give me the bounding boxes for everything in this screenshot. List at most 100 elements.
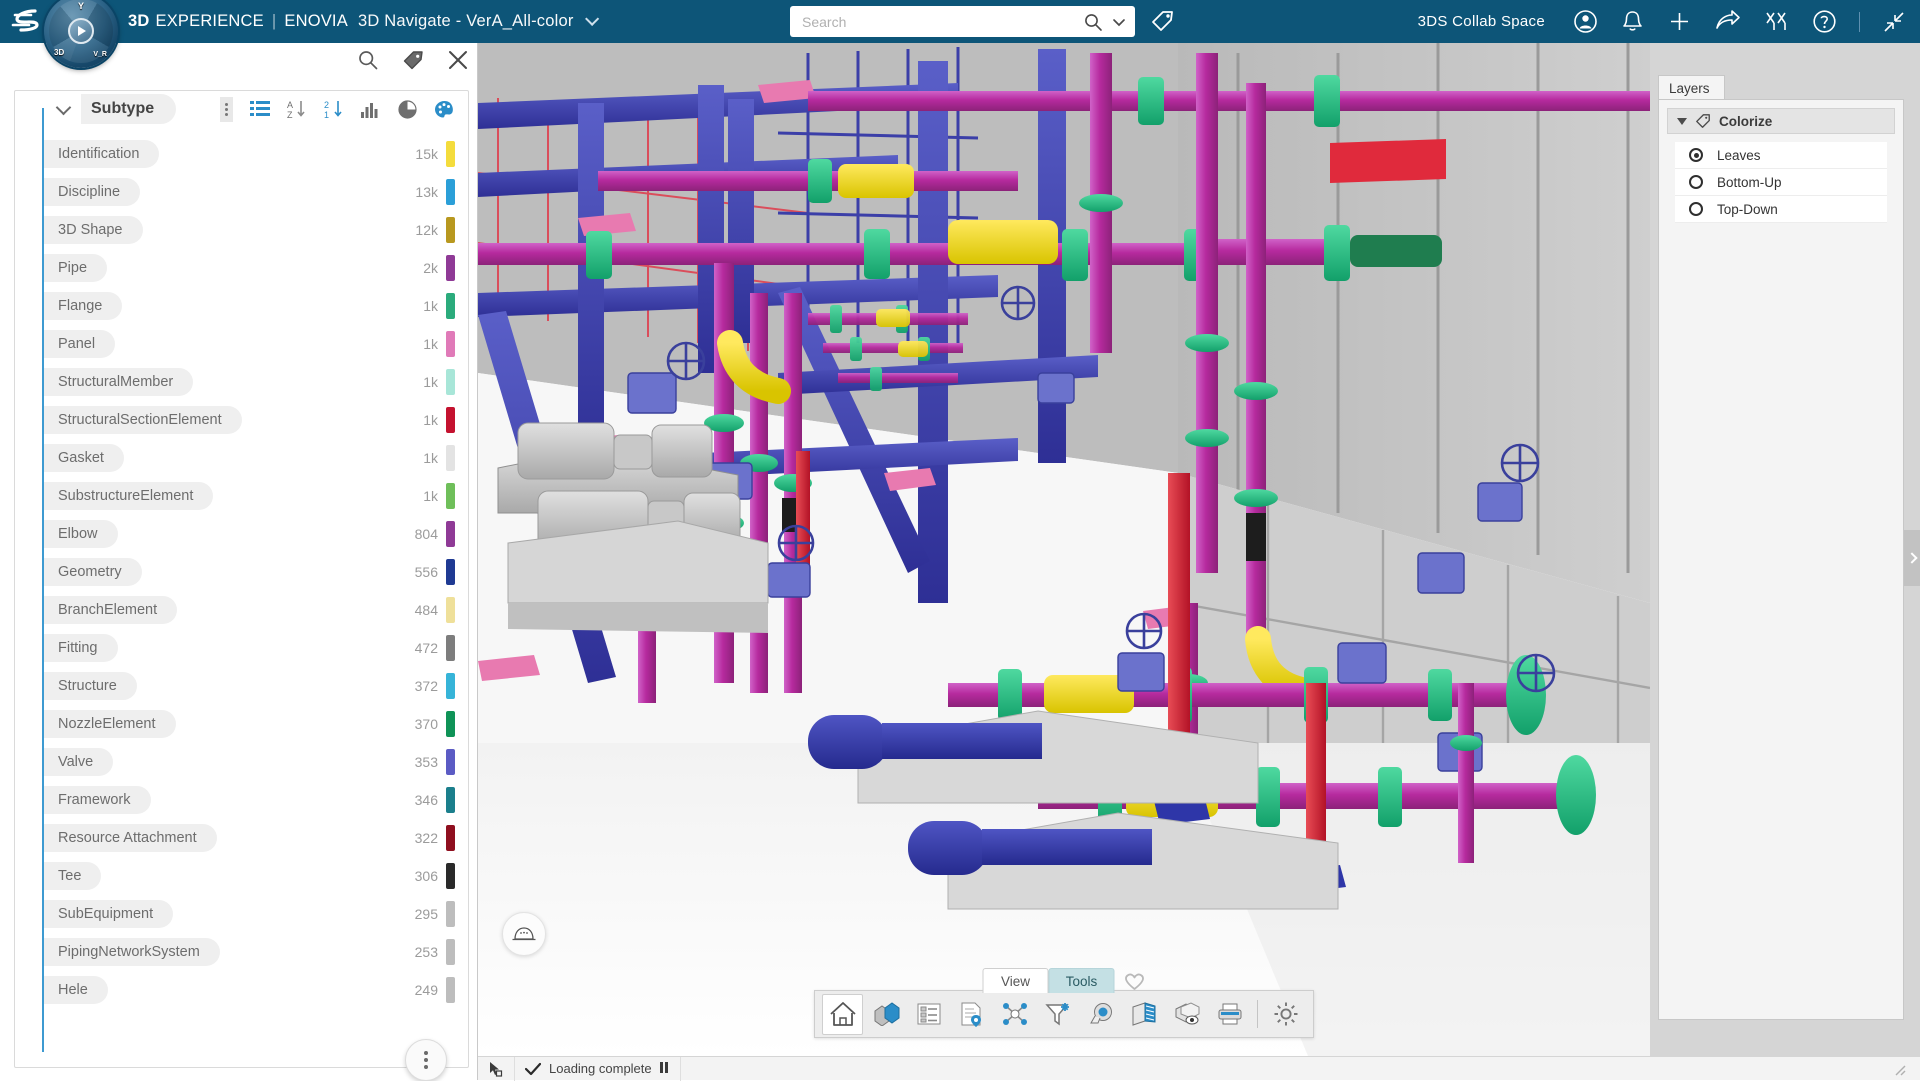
- facet-label[interactable]: SubEquipment: [44, 900, 173, 929]
- facet-row[interactable]: SubEquipment295: [44, 895, 471, 933]
- 3d-compass-launcher[interactable]: Y 3D V_R: [44, 0, 118, 68]
- tag-icon[interactable]: [401, 48, 425, 72]
- facet-label[interactable]: Pipe: [44, 254, 107, 283]
- add-icon[interactable]: [1667, 9, 1692, 34]
- more-options-icon[interactable]: [220, 97, 233, 122]
- facet-row[interactable]: Pipe2k: [44, 249, 471, 287]
- colorize-option-bottom-up[interactable]: Bottom-Up: [1675, 169, 1887, 196]
- facet-label[interactable]: Tee: [44, 862, 101, 891]
- print-icon[interactable]: [1209, 994, 1250, 1035]
- chevron-down-icon[interactable]: [1109, 12, 1129, 32]
- facet-label[interactable]: Identification: [44, 140, 159, 169]
- measure-tape-icon[interactable]: [1080, 994, 1121, 1035]
- facet-row[interactable]: Hele249: [44, 971, 471, 1009]
- colorize-option-top-down[interactable]: Top-Down: [1675, 196, 1887, 223]
- facet-row[interactable]: Panel1k: [44, 325, 471, 363]
- facet-label[interactable]: Gasket: [44, 444, 124, 473]
- facet-label[interactable]: Panel: [44, 330, 115, 359]
- facet-row[interactable]: StructuralMember1k: [44, 363, 471, 401]
- facet-label[interactable]: Valve: [44, 748, 113, 777]
- tag-icon[interactable]: [1150, 8, 1176, 34]
- radio-icon[interactable]: [1689, 202, 1703, 216]
- global-search[interactable]: [790, 6, 1135, 37]
- facet-label[interactable]: Resource Attachment: [44, 824, 217, 853]
- app-title[interactable]: 3DEXPERIENCE | ENOVIA 3D Navigate - VerA…: [128, 12, 595, 31]
- compass-play-center[interactable]: [68, 18, 94, 44]
- facet-row[interactable]: Elbow804: [44, 515, 471, 553]
- triangle-down-icon[interactable]: [1677, 118, 1687, 125]
- chevron-down-icon[interactable]: [585, 12, 599, 26]
- bar-chart-icon[interactable]: [361, 101, 381, 118]
- facet-row[interactable]: 3D Shape12k: [44, 211, 471, 249]
- facet-label[interactable]: Framework: [44, 786, 151, 815]
- compass-dial[interactable]: Y 3D V_R: [44, 0, 118, 68]
- facet-label[interactable]: StructuralMember: [44, 368, 193, 397]
- relations-graph-icon[interactable]: [994, 994, 1035, 1035]
- product-structure-icon[interactable]: [865, 994, 906, 1035]
- sort-az-icon[interactable]: A Z: [287, 99, 307, 119]
- facet-row[interactable]: Discipline13k: [44, 173, 471, 211]
- collab-space-label[interactable]: 3DS Collab Space: [1418, 13, 1545, 30]
- 3d-viewport[interactable]: View Tools: [478, 43, 1650, 1056]
- facet-row[interactable]: Gasket1k: [44, 439, 471, 477]
- pie-chart-icon[interactable]: [398, 100, 417, 119]
- facet-label[interactable]: PipingNetworkSystem: [44, 938, 220, 967]
- facet-label[interactable]: Flange: [44, 292, 122, 321]
- status-cursor-cell[interactable]: [478, 1057, 515, 1081]
- filter-icon[interactable]: [1037, 994, 1078, 1035]
- share-icon[interactable]: [1714, 9, 1741, 34]
- tab-layers[interactable]: Layers: [1658, 75, 1725, 101]
- list-properties-icon[interactable]: [908, 994, 949, 1035]
- facet-row[interactable]: Tee306: [44, 857, 471, 895]
- facet-label[interactable]: Discipline: [44, 178, 140, 207]
- facet-label[interactable]: Fitting: [44, 634, 118, 663]
- sort-numeric-icon[interactable]: 2 1: [324, 99, 344, 119]
- search-icon[interactable]: [1083, 12, 1103, 32]
- search-input[interactable]: [802, 14, 1083, 30]
- radio-icon[interactable]: [1689, 148, 1703, 162]
- more-actions-fab[interactable]: [405, 1039, 447, 1081]
- facet-row[interactable]: Framework346: [44, 781, 471, 819]
- section-view-icon[interactable]: [1123, 994, 1164, 1035]
- panel-collapse-handle[interactable]: [1904, 530, 1920, 586]
- chevron-down-icon[interactable]: [56, 99, 72, 115]
- facet-row[interactable]: Resource Attachment322: [44, 819, 471, 857]
- heart-icon[interactable]: [1124, 972, 1146, 991]
- facet-row[interactable]: StructuralSectionElement1k: [44, 401, 471, 439]
- close-icon[interactable]: [447, 49, 469, 71]
- resize-grip-icon[interactable]: [1892, 1062, 1906, 1076]
- visibility-icon[interactable]: [1166, 994, 1207, 1035]
- facet-row[interactable]: Fitting472: [44, 629, 471, 667]
- colorize-option-leaves[interactable]: Leaves: [1675, 142, 1887, 169]
- facet-row[interactable]: Identification15k: [44, 135, 471, 173]
- chevron-right-icon[interactable]: [1906, 552, 1917, 563]
- tag-search-button[interactable]: [1150, 8, 1176, 34]
- help-icon[interactable]: [1812, 9, 1837, 34]
- facet-label[interactable]: Elbow: [44, 520, 118, 549]
- facet-row[interactable]: BranchElement484: [44, 591, 471, 629]
- facet-row[interactable]: SubstructureElement1k: [44, 477, 471, 515]
- facet-row[interactable]: PipingNetworkSystem253: [44, 933, 471, 971]
- facet-label[interactable]: SubstructureElement: [44, 482, 213, 511]
- facet-label[interactable]: BranchElement: [44, 596, 177, 625]
- facet-label[interactable]: NozzleElement: [44, 710, 176, 739]
- facet-row[interactable]: Valve353: [44, 743, 471, 781]
- facet-label[interactable]: StructuralSectionElement: [44, 406, 242, 435]
- facet-list[interactable]: Identification15kDiscipline13k3D Shape12…: [44, 135, 471, 1074]
- colorize-group-header[interactable]: Colorize: [1667, 108, 1895, 134]
- home-icon[interactable]: [822, 994, 863, 1035]
- tab-tools[interactable]: Tools: [1049, 968, 1115, 993]
- tab-view[interactable]: View: [983, 968, 1049, 993]
- palette-icon[interactable]: [434, 100, 455, 119]
- settings-gear-icon[interactable]: [1265, 994, 1306, 1035]
- facet-row[interactable]: Flange1k: [44, 287, 471, 325]
- document-location-icon[interactable]: [951, 994, 992, 1035]
- notification-bell-icon[interactable]: [1620, 9, 1645, 34]
- search-icon[interactable]: [357, 49, 379, 71]
- 3d-scene[interactable]: [478, 43, 1650, 1056]
- facet-label[interactable]: 3D Shape: [44, 216, 143, 245]
- facet-row[interactable]: NozzleElement370: [44, 705, 471, 743]
- radio-icon[interactable]: [1689, 175, 1703, 189]
- facet-row[interactable]: Structure372: [44, 667, 471, 705]
- facet-group-title[interactable]: Subtype: [81, 94, 176, 124]
